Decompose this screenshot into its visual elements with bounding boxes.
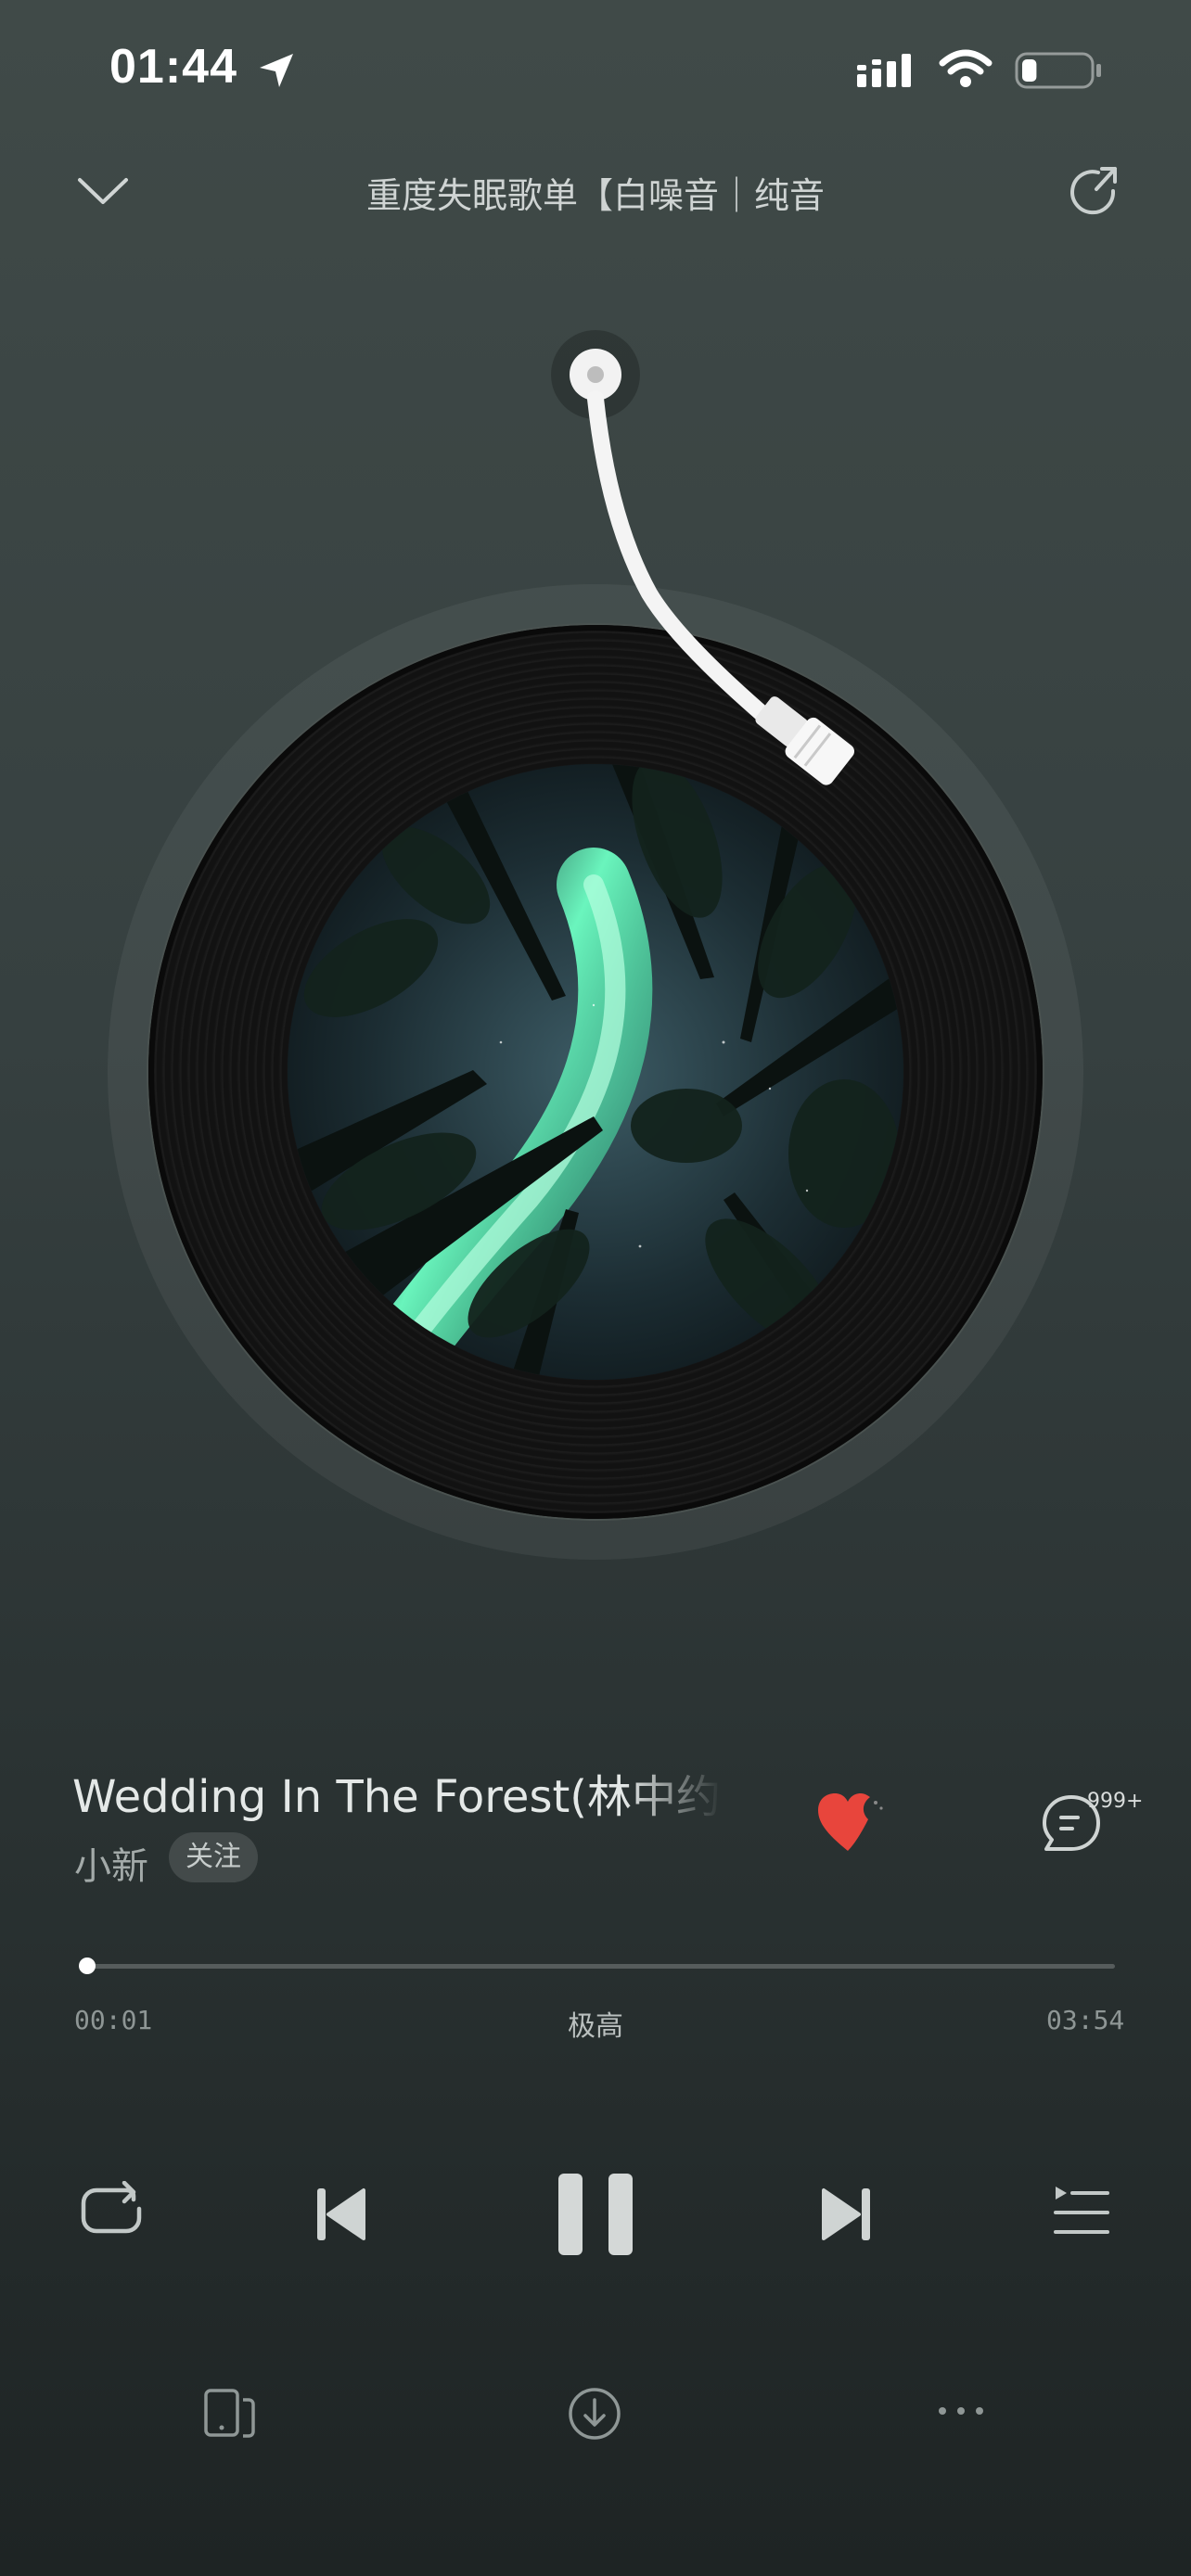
album-cover [288,764,903,1380]
status-time: 01:44 [109,40,237,94]
battery-icon [1015,50,1104,91]
song-title[interactable]: Wedding In The Forest(林中约 [72,1760,722,1825]
wifi-icon [939,48,992,89]
playlist-icon[interactable] [1052,2183,1111,2238]
more-icon[interactable] [937,2404,985,2418]
tonearm [519,315,890,835]
location-arrow-icon [256,50,297,91]
repeat-icon[interactable] [78,2181,145,2240]
download-icon[interactable] [566,2385,623,2442]
playlist-title[interactable]: 重度失眠歌单【白噪音｜纯音 [0,167,1191,218]
share-icon[interactable] [1065,163,1124,223]
device-icon[interactable] [202,2387,258,2439]
progress-knob[interactable] [79,1958,96,1974]
artist-name[interactable]: 小新 [74,1836,148,1890]
quality-label[interactable]: 极高 [0,2003,1191,2044]
pause-icon[interactable] [555,2170,636,2259]
progress-track[interactable] [83,1964,1115,1969]
total-time: 03:54 [1046,2005,1125,2035]
previous-icon[interactable] [314,2185,369,2244]
signal-icon [855,52,918,89]
heart-icon[interactable] [814,1790,889,1856]
next-icon[interactable] [818,2185,874,2244]
follow-button[interactable]: 关注 [169,1832,258,1882]
comment-count: 999+ [1087,1790,1144,1813]
